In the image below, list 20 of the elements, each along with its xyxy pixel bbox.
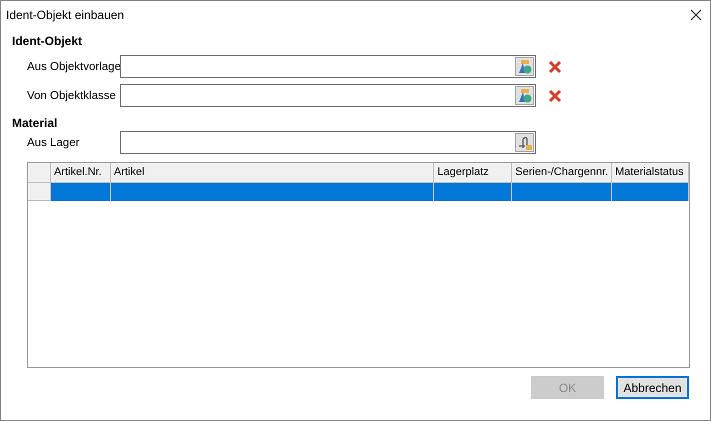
dialog-button[interactable]: Abbrechen <box>616 376 689 399</box>
section-title: Ident-Objekt <box>12 33 84 49</box>
close-icon[interactable] <box>690 9 702 21</box>
field-label: Aus Objektvorlage <box>27 60 121 73</box>
shapes-icon <box>516 58 532 74</box>
shapes-icon <box>516 88 532 104</box>
field-label: Von Objektklasse <box>27 90 116 102</box>
browse-button[interactable] <box>515 57 534 76</box>
input-field[interactable] <box>120 55 536 78</box>
input-field[interactable] <box>120 131 536 154</box>
window-title: Ident-Objekt einbauen <box>6 7 124 24</box>
clear-icon[interactable] <box>548 88 562 102</box>
table-row[interactable] <box>28 183 689 201</box>
field-label: Aus Lager <box>27 136 80 149</box>
section-title: Material <box>12 115 58 131</box>
browse-button[interactable] <box>515 133 534 152</box>
browse-button[interactable] <box>515 86 534 105</box>
input-field[interactable] <box>120 84 536 107</box>
clear-icon[interactable] <box>548 60 562 74</box>
stock-icon <box>516 134 532 150</box>
